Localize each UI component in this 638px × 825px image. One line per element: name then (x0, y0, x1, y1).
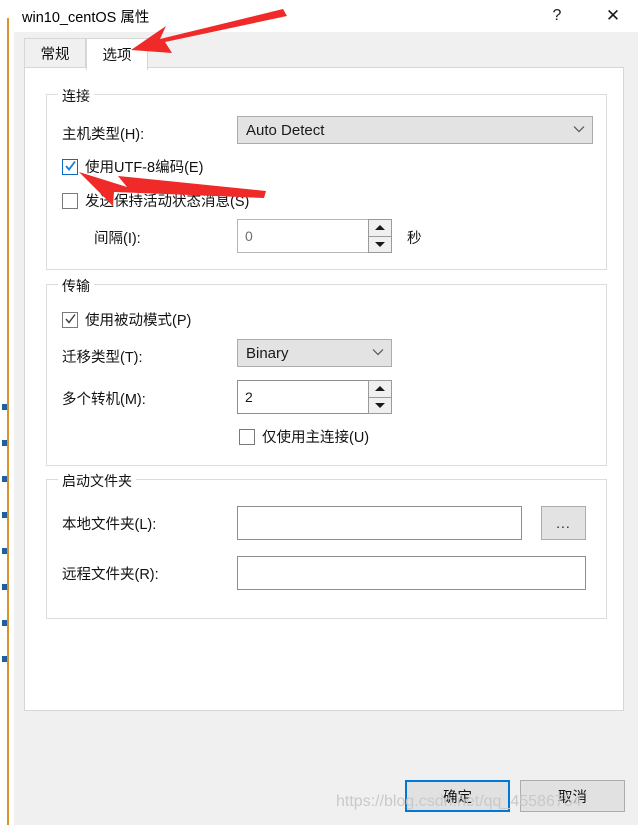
background-marker (2, 656, 7, 662)
cancel-button[interactable]: 取消 (520, 780, 625, 812)
utf8-checkbox[interactable] (62, 158, 78, 175)
window-title: win10_centOS 属性 (22, 10, 150, 26)
keepalive-checkbox-row[interactable]: 发送保持活动状态消息(S) (62, 190, 249, 211)
browse-local-folder-button[interactable]: ... (541, 506, 586, 540)
triangle-down-icon (375, 402, 385, 408)
interval-value[interactable]: 0 (237, 219, 368, 253)
multiple-transfers-value[interactable]: 2 (237, 380, 368, 414)
chevron-down-icon (365, 348, 391, 359)
triangle-down-icon (375, 241, 385, 247)
group-connection: 连接 主机类型(H): Auto Detect 使用UTF-8编码(E) 发送保 (46, 86, 607, 270)
primary-connection-only-checkbox-row[interactable]: 仅使用主连接(U) (239, 426, 369, 447)
background-marker (2, 404, 7, 410)
interval-stepper[interactable]: 0 (237, 219, 392, 253)
group-connection-legend: 连接 (58, 86, 94, 106)
transfer-type-value: Binary (246, 344, 289, 362)
remote-folder-label: 远程文件夹(R): (62, 567, 159, 583)
background-marker (2, 584, 7, 590)
transfer-type-dropdown[interactable]: Binary (237, 339, 392, 367)
group-transfer-legend: 传输 (58, 276, 94, 296)
tab-strip: 常规 选项 (14, 32, 638, 70)
passive-mode-checkbox-row[interactable]: 使用被动模式(P) (62, 309, 191, 330)
check-icon (65, 313, 76, 326)
utf8-checkbox-row[interactable]: 使用UTF-8编码(E) (62, 156, 203, 177)
background-marker (2, 620, 7, 626)
triangle-up-icon (375, 225, 385, 231)
properties-dialog: win10_centOS 属性 ? ✕ 常规 选项 连接 主机类型(H): Au… (14, 0, 638, 825)
interval-label: 间隔(I): (94, 231, 141, 247)
host-type-label: 主机类型(H): (62, 127, 145, 143)
ok-button[interactable]: 确定 (405, 780, 510, 812)
tab-general[interactable]: 常规 (24, 38, 86, 68)
background-vertical-rule (7, 18, 9, 825)
close-icon[interactable]: ✕ (590, 0, 636, 32)
multiple-transfers-increment-button[interactable] (368, 380, 392, 397)
interval-increment-button[interactable] (368, 219, 392, 236)
local-folder-input[interactable] (237, 506, 522, 540)
title-bar: win10_centOS 属性 ? ✕ (14, 0, 638, 32)
help-icon[interactable]: ? (534, 0, 580, 32)
group-startup-folders: 启动文件夹 本地文件夹(L): ... 远程文件夹(R): (46, 471, 607, 619)
check-icon (65, 160, 76, 173)
host-type-dropdown[interactable]: Auto Detect (237, 116, 593, 144)
local-folder-label: 本地文件夹(L): (62, 517, 157, 533)
passive-mode-checkbox-label: 使用被动模式(P) (85, 313, 192, 329)
primary-connection-only-label: 仅使用主连接(U) (262, 430, 370, 446)
remote-folder-input[interactable] (237, 556, 586, 590)
group-startup-legend: 启动文件夹 (58, 471, 136, 491)
background-marker (2, 476, 7, 482)
interval-spin-buttons (368, 219, 392, 253)
tab-options[interactable]: 选项 (86, 38, 148, 70)
multiple-transfers-spin-buttons (368, 380, 392, 414)
primary-connection-only-checkbox[interactable] (239, 428, 255, 445)
passive-mode-checkbox[interactable] (62, 311, 78, 328)
triangle-up-icon (375, 386, 385, 392)
utf8-checkbox-label: 使用UTF-8编码(E) (85, 160, 204, 176)
tab-panel-options: 连接 主机类型(H): Auto Detect 使用UTF-8编码(E) 发送保 (24, 67, 624, 711)
background-window-edge (0, 0, 14, 825)
chevron-down-icon (566, 125, 592, 136)
background-marker (2, 548, 7, 554)
transfer-type-label: 迁移类型(T): (62, 350, 143, 366)
group-transfer: 传输 使用被动模式(P) 迁移类型(T): Binary 多个转机(M): 2 (46, 276, 607, 466)
multiple-transfers-label: 多个转机(M): (62, 392, 146, 408)
keepalive-checkbox-label: 发送保持活动状态消息(S) (85, 194, 250, 210)
keepalive-checkbox[interactable] (62, 192, 78, 209)
multiple-transfers-decrement-button[interactable] (368, 396, 392, 414)
multiple-transfers-stepper[interactable]: 2 (237, 380, 392, 414)
host-type-value: Auto Detect (246, 121, 325, 139)
interval-unit-label: 秒 (407, 231, 422, 247)
background-marker (2, 512, 7, 518)
interval-decrement-button[interactable] (368, 235, 392, 253)
background-marker (2, 440, 7, 446)
